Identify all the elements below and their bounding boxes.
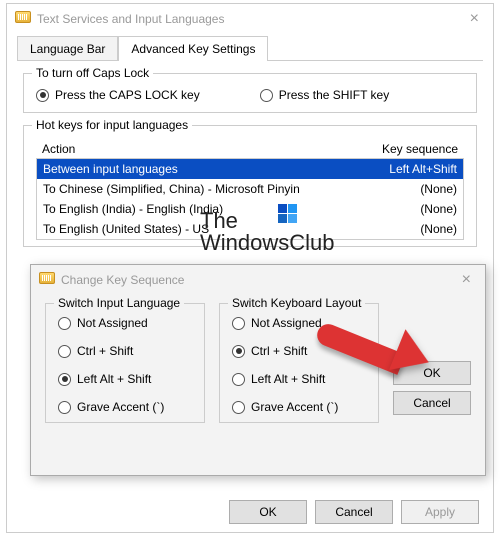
- radio-icon: [58, 317, 71, 330]
- radio-icon: [58, 373, 71, 386]
- radio-ctrl-shift-2[interactable]: Ctrl + Shift: [232, 344, 366, 358]
- apply-button: Apply: [401, 500, 479, 524]
- capslock-legend: To turn off Caps Lock: [32, 66, 153, 80]
- main-titlebar: Text Services and Input Languages ×: [7, 4, 493, 34]
- sub-title: Change Key Sequence: [61, 273, 456, 287]
- radio-label: Press the CAPS LOCK key: [55, 88, 200, 102]
- hotkey-action: To English (United States) - US: [43, 222, 357, 236]
- radio-press-capslock[interactable]: Press the CAPS LOCK key: [36, 88, 200, 102]
- switch-keyboard-layout-group: Switch Keyboard Layout Not Assigned Ctrl…: [219, 303, 379, 423]
- radio-label: Ctrl + Shift: [77, 344, 133, 358]
- radio-press-shift[interactable]: Press the SHIFT key: [260, 88, 389, 102]
- hotkey-seq: (None): [357, 202, 457, 216]
- radio-not-assigned-1[interactable]: Not Assigned: [58, 316, 192, 330]
- radio-label: Ctrl + Shift: [251, 344, 307, 358]
- tab-strip: Language Bar Advanced Key Settings: [7, 36, 493, 61]
- main-content: To turn off Caps Lock Press the CAPS LOC…: [7, 61, 493, 271]
- sub-titlebar: Change Key Sequence ×: [31, 265, 485, 295]
- close-icon[interactable]: ×: [464, 10, 485, 28]
- hotkey-row[interactable]: To Chinese (Simplified, China) - Microso…: [37, 179, 463, 199]
- hotkey-action: To English (India) - English (India): [43, 202, 357, 216]
- radio-label: Not Assigned: [77, 316, 148, 330]
- change-key-sequence-dialog: Change Key Sequence × Switch Input Langu…: [30, 264, 486, 476]
- sub-content: Switch Input Language Not Assigned Ctrl …: [31, 295, 485, 431]
- hotkey-seq: (None): [357, 182, 457, 196]
- keyboard-icon: [15, 11, 31, 27]
- sub-button-col: OK Cancel: [393, 303, 471, 423]
- hotkeys-list[interactable]: Between input languages Left Alt+Shift T…: [36, 158, 464, 240]
- radio-not-assigned-2[interactable]: Not Assigned: [232, 316, 366, 330]
- tab-advanced-key-settings[interactable]: Advanced Key Settings: [118, 36, 268, 61]
- radio-icon: [260, 89, 273, 102]
- radio-ctrl-shift-1[interactable]: Ctrl + Shift: [58, 344, 192, 358]
- group-legend: Switch Keyboard Layout: [228, 296, 365, 310]
- radio-label: Not Assigned: [251, 316, 322, 330]
- sub-ok-button[interactable]: OK: [393, 361, 471, 385]
- radio-grave-accent-1[interactable]: Grave Accent (`): [58, 400, 192, 414]
- radio-icon: [232, 401, 245, 414]
- switch-input-language-group: Switch Input Language Not Assigned Ctrl …: [45, 303, 205, 423]
- cancel-button[interactable]: Cancel: [315, 500, 393, 524]
- radio-icon: [232, 373, 245, 386]
- group-legend: Switch Input Language: [54, 296, 184, 310]
- hotkey-seq: Left Alt+Shift: [357, 162, 457, 176]
- keyboard-icon: [39, 272, 55, 288]
- col-seq-header: Key sequence: [358, 142, 458, 156]
- radio-icon: [58, 345, 71, 358]
- main-title: Text Services and Input Languages: [37, 12, 464, 26]
- main-button-row: OK Cancel Apply: [229, 500, 479, 524]
- radio-label: Left Alt + Shift: [77, 372, 151, 386]
- sub-cancel-button[interactable]: Cancel: [393, 391, 471, 415]
- ok-button[interactable]: OK: [229, 500, 307, 524]
- radio-icon: [232, 317, 245, 330]
- hotkey-seq: (None): [357, 222, 457, 236]
- radio-icon: [58, 401, 71, 414]
- radio-label: Press the SHIFT key: [279, 88, 389, 102]
- radio-left-alt-shift-1[interactable]: Left Alt + Shift: [58, 372, 192, 386]
- hotkey-row[interactable]: Between input languages Left Alt+Shift: [37, 159, 463, 179]
- col-action-header: Action: [42, 142, 358, 156]
- hotkey-row[interactable]: To English (United States) - US (None): [37, 219, 463, 239]
- tab-language-bar[interactable]: Language Bar: [17, 36, 118, 61]
- hotkeys-legend: Hot keys for input languages: [32, 118, 192, 132]
- hotkey-action: Between input languages: [43, 162, 357, 176]
- hotkey-row[interactable]: To English (India) - English (India) (No…: [37, 199, 463, 219]
- radio-label: Grave Accent (`): [251, 400, 338, 414]
- radio-icon: [232, 345, 245, 358]
- hotkeys-header: Action Key sequence: [36, 140, 464, 158]
- radio-left-alt-shift-2[interactable]: Left Alt + Shift: [232, 372, 366, 386]
- radio-label: Left Alt + Shift: [251, 372, 325, 386]
- hotkeys-groupbox: Hot keys for input languages Action Key …: [23, 125, 477, 247]
- radio-grave-accent-2[interactable]: Grave Accent (`): [232, 400, 366, 414]
- radio-label: Grave Accent (`): [77, 400, 164, 414]
- radio-icon: [36, 89, 49, 102]
- capslock-groupbox: To turn off Caps Lock Press the CAPS LOC…: [23, 73, 477, 113]
- close-icon[interactable]: ×: [456, 271, 477, 289]
- hotkey-action: To Chinese (Simplified, China) - Microso…: [43, 182, 357, 196]
